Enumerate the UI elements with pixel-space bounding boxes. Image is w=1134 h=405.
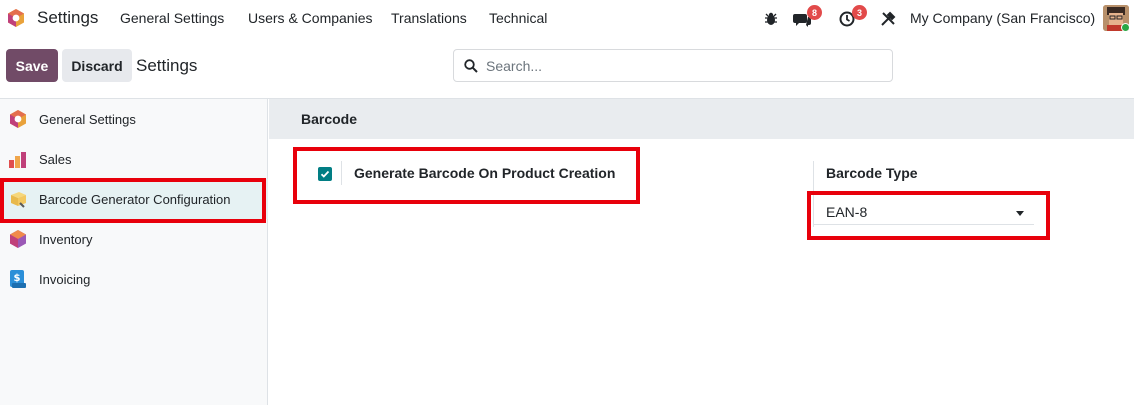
inventory-box-icon (10, 230, 26, 248)
settings-sidebar: General Settings Sales Barcode Generator… (0, 99, 268, 405)
bug-icon[interactable] (761, 9, 781, 29)
highlight-barcode-type (807, 191, 1050, 240)
sidebar-item-general-settings[interactable]: General Settings (0, 99, 268, 139)
barcode-type-label: Barcode Type (826, 165, 918, 181)
search-input[interactable] (486, 57, 866, 74)
clock-icon[interactable]: 3 (837, 5, 867, 29)
svg-text:$: $ (14, 273, 21, 284)
activity-badge: 3 (852, 5, 867, 20)
odoo-logo-icon[interactable] (6, 8, 26, 28)
discard-button[interactable]: Discard (62, 49, 132, 82)
sidebar-item-inventory[interactable]: Inventory (0, 219, 268, 259)
highlight-sidebar-barcode (0, 178, 266, 223)
top-navbar: Settings General Settings Users & Compan… (0, 0, 1134, 36)
sidebar-item-sales[interactable]: Sales (0, 139, 268, 179)
chat-icon[interactable]: 8 (792, 5, 822, 29)
app-name[interactable]: Settings (37, 8, 98, 28)
search-bar[interactable] (453, 49, 893, 82)
sales-chart-icon (9, 152, 26, 168)
user-avatar[interactable] (1103, 5, 1129, 31)
tools-icon[interactable] (878, 9, 898, 29)
sidebar-item-invoicing[interactable]: $ Invoicing (0, 259, 268, 299)
save-button[interactable]: Save (6, 49, 58, 82)
sidebar-item-label: Invoicing (39, 272, 91, 287)
settings-content: Barcode Generate Barcode On Product Crea… (269, 99, 1134, 405)
online-status-dot (1121, 23, 1129, 31)
chat-badge: 8 (807, 5, 822, 20)
menu-general-settings[interactable]: General Settings (120, 10, 224, 26)
page-title: Settings (136, 56, 198, 75)
sidebar-item-label: Sales (39, 152, 72, 167)
odoo-logo-icon (10, 110, 26, 128)
menu-users-companies[interactable]: Users & Companies (248, 10, 373, 26)
highlight-generate-barcode (293, 147, 640, 204)
search-icon (464, 58, 478, 73)
menu-technical[interactable]: Technical (489, 10, 547, 26)
company-switcher[interactable]: My Company (San Francisco) (910, 10, 1095, 26)
section-header: Barcode (269, 99, 1134, 139)
menu-translations[interactable]: Translations (391, 10, 467, 26)
sidebar-item-label: General Settings (39, 112, 136, 127)
invoicing-icon: $ (10, 270, 26, 288)
sidebar-item-label: Inventory (39, 232, 93, 247)
section-title: Barcode (301, 111, 358, 127)
